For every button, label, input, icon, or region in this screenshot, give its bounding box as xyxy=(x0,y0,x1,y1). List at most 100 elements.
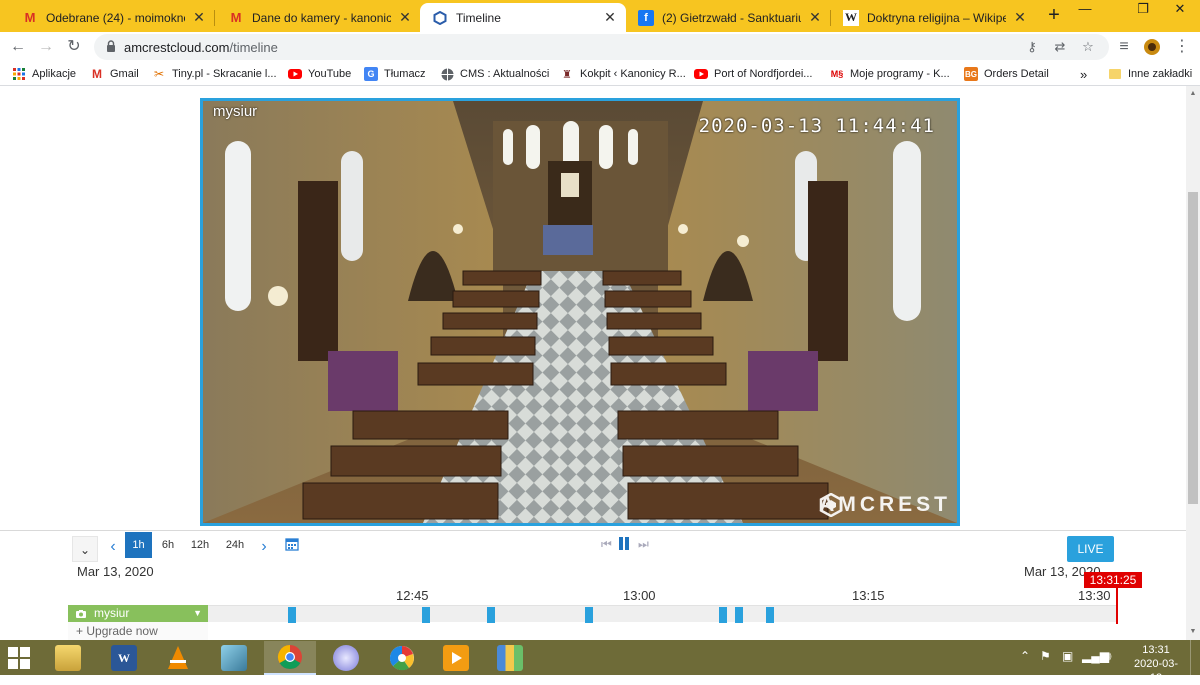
timeline-next-button[interactable]: › xyxy=(257,539,271,555)
minimize-button[interactable]: — xyxy=(1062,0,1108,20)
dropdown-triangle-icon[interactable]: ▼ xyxy=(193,605,202,622)
reload-button[interactable]: ↻ xyxy=(64,37,84,57)
recording-event[interactable] xyxy=(288,607,296,623)
volume-icon[interactable]: 🔊︎ xyxy=(1104,649,1112,664)
recording-event[interactable] xyxy=(585,607,593,623)
recording-event[interactable] xyxy=(487,607,495,623)
bookmark-kokpit[interactable]: ♜ Kokpit ‹ Kanonicy R... xyxy=(560,66,686,82)
page-scrollbar[interactable]: ▲ ▼ xyxy=(1186,86,1200,640)
address-bar[interactable]: amcrestcloud.com/timeline ⚷ ⇄ ☆ xyxy=(94,34,1109,60)
tab-wikipedia[interactable]: W Doktryna religijna – Wikipedia, w ✕ xyxy=(831,3,1036,32)
new-tab-button[interactable]: + xyxy=(1044,5,1064,25)
close-tab-icon[interactable]: ✕ xyxy=(1012,9,1028,26)
bookmark-nordfjord[interactable]: Port of Nordfjordei... xyxy=(694,66,812,82)
recording-event[interactable] xyxy=(422,607,430,623)
close-tab-icon[interactable]: ✕ xyxy=(191,9,207,26)
timeline-tick: 13:15 xyxy=(852,588,885,603)
globe-icon xyxy=(440,67,454,81)
system-clock[interactable]: 13:31 2020-03-13 xyxy=(1128,643,1184,685)
bookmark-star-icon[interactable]: ☆ xyxy=(1080,39,1096,55)
range-24h-button[interactable]: 24h xyxy=(220,532,250,558)
bookmarks-overflow-button[interactable]: » xyxy=(1080,66,1087,82)
bookmark-translate[interactable]: G Tłumacz xyxy=(364,66,426,82)
current-time-marker-line xyxy=(1116,588,1118,624)
gmail-icon: M xyxy=(92,67,102,81)
reading-list-icon[interactable]: ≡ xyxy=(1114,37,1134,57)
chrome-icon[interactable] xyxy=(264,641,316,675)
recording-event[interactable] xyxy=(735,607,743,623)
bookmark-gmail[interactable]: M Gmail xyxy=(90,66,139,82)
show-desktop-button[interactable] xyxy=(1190,640,1200,675)
back-button[interactable]: ← xyxy=(8,37,28,57)
tab-gmail-inbox[interactable]: M Odebrane (24) - moimoknem@ ✕ xyxy=(10,3,215,32)
live-button[interactable]: LIVE xyxy=(1067,536,1114,562)
flag-icon[interactable]: ⚑ xyxy=(1040,649,1051,663)
youtube-icon xyxy=(288,67,302,81)
scroll-down-icon[interactable]: ▼ xyxy=(1189,628,1197,635)
bookmark-youtube[interactable]: YouTube xyxy=(288,66,351,82)
recording-event[interactable] xyxy=(766,607,774,623)
bookmark-apps[interactable]: Aplikacje xyxy=(12,66,76,82)
word-icon[interactable]: W xyxy=(98,641,150,675)
gmail-icon: M xyxy=(230,10,242,25)
skip-forward-icon[interactable]: ⏭ xyxy=(638,537,649,551)
recording-track[interactable] xyxy=(208,605,1118,623)
forward-button[interactable]: → xyxy=(36,37,56,57)
scrollbar-thumb[interactable] xyxy=(1188,192,1198,504)
media-player-icon[interactable] xyxy=(430,641,482,675)
bookmark-programy[interactable]: M§ Moje programy - K... xyxy=(830,66,950,82)
file-explorer-icon[interactable] xyxy=(42,641,94,675)
timeline-tick: 13:30 xyxy=(1078,588,1111,603)
amcrest-logo-icon xyxy=(819,493,843,517)
recording-event[interactable] xyxy=(719,607,727,623)
tab-timeline[interactable]: Timeline ✕ xyxy=(420,3,626,32)
tab-facebook[interactable]: f (2) Gietrzwałd - Sanktuarium Ma ✕ xyxy=(626,3,831,32)
usb-icon[interactable]: ▣ xyxy=(1062,649,1073,663)
scroll-up-icon[interactable]: ▲ xyxy=(1189,90,1197,97)
menu-kebab-icon[interactable]: ⋮ xyxy=(1172,37,1192,57)
close-tab-icon[interactable]: ✕ xyxy=(807,9,823,26)
tab-title: (2) Gietrzwałd - Sanktuarium Ma xyxy=(662,10,801,25)
lock-icon xyxy=(107,40,115,52)
camera-video-player[interactable]: mysiur 2020-03-13 11:44:41 AMCREST xyxy=(200,98,960,526)
scissors-icon: ✂ xyxy=(153,67,165,81)
upgrade-now-link[interactable]: + Upgrade now xyxy=(68,622,208,640)
range-1h-button[interactable]: 1h xyxy=(125,532,152,558)
picasa-icon[interactable] xyxy=(376,641,428,675)
tab-gmail-camera[interactable]: M Dane do kamery - kanonicy@gm ✕ xyxy=(216,3,421,32)
crest-icon: ♜ xyxy=(562,68,572,81)
timeline-start-date: Mar 13, 2020 xyxy=(77,564,154,579)
archive-icon[interactable] xyxy=(484,641,536,675)
bookmark-orders[interactable]: BG Orders Detail xyxy=(964,66,1049,82)
tray-chevron-icon[interactable]: ⌃ xyxy=(1020,649,1030,663)
camera-track-label[interactable]: mysiur ▼ xyxy=(68,605,208,622)
windows-start-icon[interactable] xyxy=(8,647,30,669)
range-6h-button[interactable]: 6h xyxy=(155,532,181,558)
collapse-timeline-button[interactable]: ⌄ xyxy=(72,536,98,562)
timeline-prev-button[interactable]: ‹ xyxy=(106,539,120,555)
pause-icon[interactable] xyxy=(618,537,630,550)
profile-avatar[interactable] xyxy=(1142,37,1162,57)
close-window-button[interactable]: ✕ xyxy=(1160,0,1200,20)
bookmark-tiny[interactable]: ✂ Tiny.pl - Skracanie l... xyxy=(152,66,277,82)
url-text: amcrestcloud.com/timeline xyxy=(124,40,278,55)
calendar-icon[interactable] xyxy=(285,537,299,551)
skip-back-icon[interactable]: ⏮ xyxy=(601,537,612,551)
vlc-icon[interactable] xyxy=(152,641,204,675)
translate-icon: G xyxy=(364,67,378,81)
range-12h-button[interactable]: 12h xyxy=(186,532,214,558)
translate-page-icon[interactable]: ⇄ xyxy=(1052,39,1068,55)
close-tab-icon[interactable]: ✕ xyxy=(602,9,618,26)
notes-icon[interactable] xyxy=(208,641,260,675)
camera-timestamp-overlay: 2020-03-13 11:44:41 xyxy=(698,115,935,137)
bookmark-other-folder[interactable]: Inne zakładki xyxy=(1108,66,1192,82)
windows-taskbar: W ⌃ ⚑ ▣ ▂▄▆ 🔊︎ 13:31 2020-03-13 xyxy=(0,640,1200,684)
camera-name-overlay: mysiur xyxy=(213,103,258,120)
bookmark-cms[interactable]: CMS : Aktualności xyxy=(440,66,549,82)
youtube-icon xyxy=(694,67,708,81)
key-icon[interactable]: ⚷ xyxy=(1024,39,1040,55)
timeline-panel: ⌄ ‹ 1h 6h 12h 24h › ⏮ ⏭ LIVE Mar 13, 202… xyxy=(0,530,1186,640)
church-interior-video-frame xyxy=(203,101,957,523)
photo-app-icon[interactable] xyxy=(320,641,372,675)
close-tab-icon[interactable]: ✕ xyxy=(397,9,413,26)
